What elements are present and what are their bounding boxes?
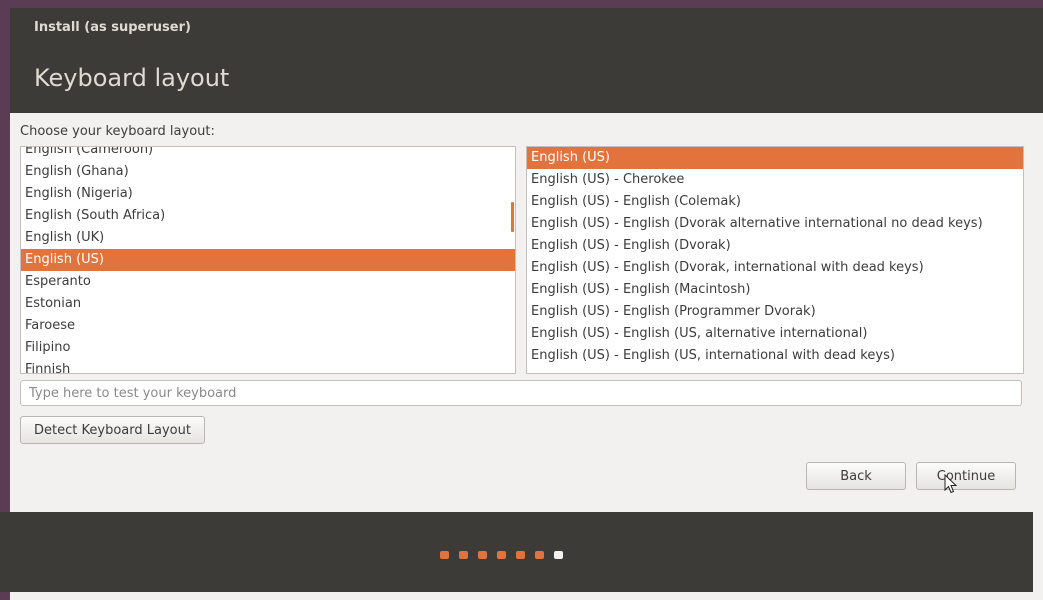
continue-button[interactable]: Continue [916, 462, 1016, 490]
progress-dot [497, 551, 506, 559]
progress-dots [440, 551, 563, 559]
language-list-item[interactable]: English (Ghana) [21, 161, 515, 183]
language-list-item[interactable]: Faroese [21, 315, 515, 337]
variant-list[interactable]: English (US) English (US) - Cherokee Engli… [526, 146, 1024, 374]
language-list-item[interactable]: English (Nigeria) [21, 183, 515, 205]
language-list-item[interactable]: Finnish [21, 359, 515, 373]
variant-list-item[interactable]: English (US) - English (Colemak) [527, 191, 1023, 213]
language-list-item[interactable]: English (South Africa) [21, 205, 515, 227]
language-list-item[interactable]: English (US) [21, 249, 515, 271]
variant-list-item[interactable]: English (US) - English (US, internationa… [527, 345, 1023, 367]
variant-list-item[interactable]: English (US) - English (Dvorak alternati… [527, 213, 1023, 235]
mouse-pointer-icon [944, 474, 958, 494]
back-button[interactable]: Back [806, 462, 906, 490]
keyboard-test-input[interactable] [20, 380, 1022, 406]
variant-list-item[interactable]: English (US) [527, 147, 1023, 169]
progress-dot [554, 551, 563, 559]
variant-list-item[interactable]: English (US) - English (Macintosh) [527, 279, 1023, 301]
variant-list-item[interactable]: English (US) - English (US, alternative … [527, 323, 1023, 345]
language-list-item[interactable]: Estonian [21, 293, 515, 315]
variant-list-item[interactable]: English (US) - English (Dvorak) [527, 235, 1023, 257]
progress-dot [478, 551, 487, 559]
variant-list-item[interactable]: English (US) - English (Dvorak, internat… [527, 257, 1023, 279]
language-list-item[interactable]: Filipino [21, 337, 515, 359]
language-list-item[interactable]: Esperanto [21, 271, 515, 293]
detect-keyboard-layout-button[interactable]: Detect Keyboard Layout [20, 416, 205, 444]
variant-list-items: English (US) English (US) - Cherokee Engli… [527, 147, 1023, 367]
progress-dot [440, 551, 449, 559]
language-list-item[interactable]: English (Cameroon) [21, 147, 515, 161]
language-list-scrollbar[interactable] [511, 202, 514, 232]
header-bar: Install (as superuser) Keyboard layout [10, 8, 1043, 113]
language-list[interactable]: English (Cameroon) English (Ghana) English… [20, 146, 516, 374]
language-list-items: English (Cameroon) English (Ghana) English… [21, 147, 515, 373]
layout-prompt: Choose your keyboard layout: [20, 124, 215, 139]
variant-list-item[interactable]: English (US) - English (Programmer Dvora… [527, 301, 1023, 323]
progress-dot [535, 551, 544, 559]
variant-list-item[interactable]: English (US) - Cherokee [527, 169, 1023, 191]
window-title: Install (as superuser) [34, 20, 191, 35]
language-list-item[interactable]: English (UK) [21, 227, 515, 249]
page-title: Keyboard layout [34, 64, 230, 92]
progress-dot [459, 551, 468, 559]
progress-dot [516, 551, 525, 559]
